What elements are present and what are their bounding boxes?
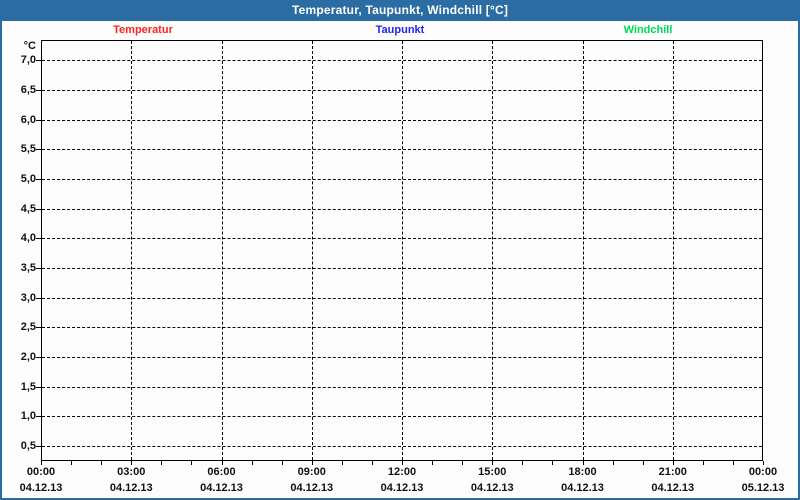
x-axis-time-label: 00:00 bbox=[9, 466, 73, 478]
x-axis-tick bbox=[733, 461, 734, 465]
y-axis-tick-label: 4,5 bbox=[2, 203, 36, 215]
x-grid-line bbox=[673, 41, 674, 460]
x-axis-tick bbox=[462, 461, 463, 465]
x-axis-tick bbox=[342, 461, 343, 465]
y-axis-tick bbox=[36, 149, 41, 150]
legend-item-windchill: Windchill bbox=[624, 24, 673, 36]
x-axis-time-label: 09:00 bbox=[280, 466, 344, 478]
x-axis-tick bbox=[252, 461, 253, 465]
x-axis-tick bbox=[372, 461, 373, 465]
x-axis-date-label: 05.12.13 bbox=[731, 482, 795, 494]
x-axis-tick bbox=[41, 461, 42, 465]
y-axis-tick bbox=[36, 387, 41, 388]
y-axis-tick-label: 1,0 bbox=[2, 410, 36, 422]
y-axis-tick bbox=[36, 120, 41, 121]
legend-item-temperatur: Temperatur bbox=[113, 24, 173, 36]
x-grid-line bbox=[402, 41, 403, 460]
y-axis-tick-label: 6,0 bbox=[2, 114, 36, 126]
x-grid-line bbox=[131, 41, 132, 460]
x-axis-tick bbox=[613, 461, 614, 465]
x-axis-tick bbox=[763, 461, 764, 465]
chart-title: Temperatur, Taupunkt, Windchill [°C] bbox=[292, 3, 508, 17]
y-axis-tick-label: 5,5 bbox=[2, 143, 36, 155]
chart-legend: Temperatur Taupunkt Windchill bbox=[2, 24, 798, 38]
x-axis-date-label: 04.12.13 bbox=[460, 482, 524, 494]
x-axis-time-label: 12:00 bbox=[370, 466, 434, 478]
x-axis-tick bbox=[583, 461, 584, 465]
legend-item-taupunkt: Taupunkt bbox=[376, 24, 425, 36]
y-axis-tick bbox=[36, 209, 41, 210]
x-axis-date-label: 04.12.13 bbox=[280, 482, 344, 494]
x-axis-tick bbox=[312, 461, 313, 465]
x-axis-date-label: 04.12.13 bbox=[641, 482, 705, 494]
y-axis-tick bbox=[36, 179, 41, 180]
y-axis-tick-label: 3,0 bbox=[2, 292, 36, 304]
x-axis-date-label: 04.12.13 bbox=[370, 482, 434, 494]
y-axis-tick bbox=[36, 90, 41, 91]
x-axis-tick bbox=[673, 461, 674, 465]
x-axis-tick bbox=[402, 461, 403, 465]
y-axis-tick bbox=[36, 60, 41, 61]
plot-area bbox=[41, 40, 763, 461]
chart-window: Temperatur, Taupunkt, Windchill [°C] Tem… bbox=[0, 0, 800, 500]
y-axis-tick bbox=[36, 327, 41, 328]
x-axis-time-label: 21:00 bbox=[641, 466, 705, 478]
y-axis-tick bbox=[36, 298, 41, 299]
x-axis-time-label: 15:00 bbox=[460, 466, 524, 478]
x-axis-date-label: 04.12.13 bbox=[551, 482, 615, 494]
x-axis-date-label: 04.12.13 bbox=[99, 482, 163, 494]
y-axis-tick-label: 7,0 bbox=[2, 54, 36, 66]
x-axis-date-label: 04.12.13 bbox=[9, 482, 73, 494]
x-axis-time-label: 00:00 bbox=[731, 466, 795, 478]
y-axis-tick-label: 2,0 bbox=[2, 351, 36, 363]
x-axis-date-label: 04.12.13 bbox=[190, 482, 254, 494]
x-axis-tick bbox=[191, 461, 192, 465]
y-axis-tick-label: 6,5 bbox=[2, 84, 36, 96]
x-axis-time-label: 06:00 bbox=[190, 466, 254, 478]
x-axis-tick bbox=[492, 461, 493, 465]
x-axis-tick bbox=[131, 461, 132, 465]
y-axis-tick bbox=[36, 357, 41, 358]
x-axis-tick bbox=[101, 461, 102, 465]
y-axis-tick bbox=[36, 416, 41, 417]
chart-title-bar: Temperatur, Taupunkt, Windchill [°C] bbox=[0, 0, 800, 21]
x-axis-tick bbox=[552, 461, 553, 465]
y-axis-tick-label: 4,0 bbox=[2, 232, 36, 244]
x-axis-time-label: 18:00 bbox=[551, 466, 615, 478]
y-axis-tick-label: 0,5 bbox=[2, 440, 36, 452]
x-axis-tick bbox=[222, 461, 223, 465]
x-axis-tick bbox=[161, 461, 162, 465]
x-grid-line bbox=[222, 41, 223, 460]
x-axis-tick bbox=[432, 461, 433, 465]
y-axis-tick-label: 5,0 bbox=[2, 173, 36, 185]
y-axis-tick bbox=[36, 238, 41, 239]
y-axis-tick bbox=[36, 268, 41, 269]
x-axis-tick bbox=[522, 461, 523, 465]
x-axis-tick bbox=[643, 461, 644, 465]
x-grid-line bbox=[583, 41, 584, 460]
x-grid-line bbox=[492, 41, 493, 460]
y-axis-tick-label: 3,5 bbox=[2, 262, 36, 274]
x-axis-tick bbox=[282, 461, 283, 465]
y-axis-tick-label: 2,5 bbox=[2, 321, 36, 333]
y-axis-unit-label: °C bbox=[2, 40, 36, 52]
x-axis-time-label: 03:00 bbox=[99, 466, 163, 478]
y-axis-tick bbox=[36, 446, 41, 447]
x-axis-tick bbox=[703, 461, 704, 465]
x-axis-tick bbox=[71, 461, 72, 465]
y-axis-tick-label: 1,5 bbox=[2, 381, 36, 393]
x-grid-line bbox=[312, 41, 313, 460]
